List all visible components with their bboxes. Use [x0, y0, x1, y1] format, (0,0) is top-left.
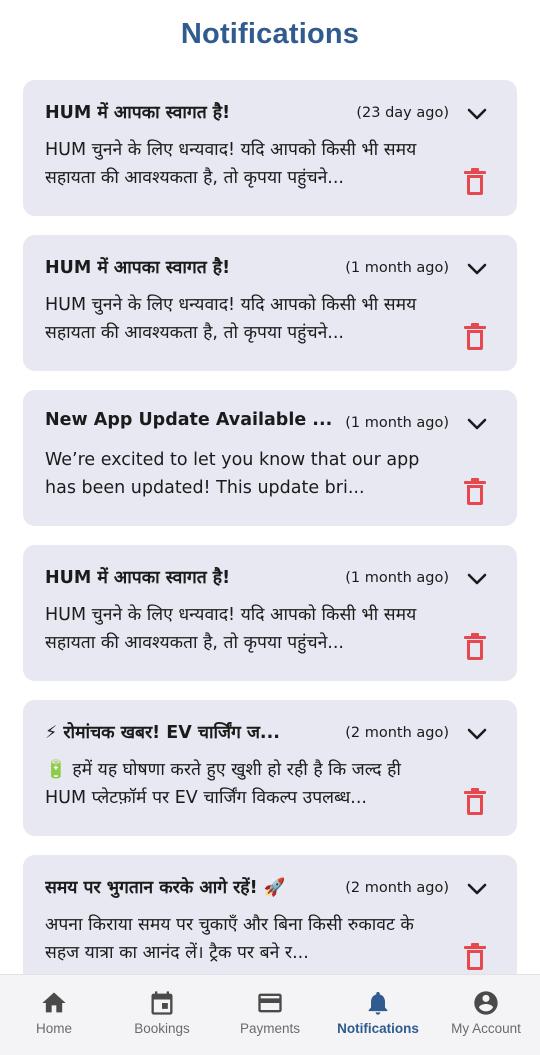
nav-item-notifications[interactable]: Notifications — [324, 975, 432, 1055]
trash-icon[interactable] — [463, 323, 487, 351]
notification-title: New App Update Available ... — [45, 410, 333, 430]
notification-card[interactable]: HUM में आपका स्वागत है! (23 day ago) HUM… — [23, 80, 517, 216]
chevron-down-icon[interactable] — [467, 882, 487, 896]
notification-title: ⚡ रोमांचक खबर! EV चार्जिंग ज... — [45, 723, 280, 743]
calendar-icon — [151, 991, 173, 1015]
notification-card[interactable]: New App Update Available ... (1 month ag… — [23, 390, 517, 526]
bell-icon — [368, 991, 388, 1015]
trash-icon[interactable] — [463, 633, 487, 661]
notification-body: HUM चुनने के लिए धन्यवाद! यदि आपको किसी … — [45, 295, 417, 343]
notification-body: We’re excited to let you know that our a… — [45, 450, 420, 498]
nav-label: Bookings — [134, 1021, 190, 1036]
chevron-down-icon[interactable] — [467, 572, 487, 586]
nav-item-payments[interactable]: Payments — [216, 975, 324, 1055]
account-circle-icon — [474, 991, 498, 1015]
credit-card-icon — [258, 993, 282, 1013]
notification-time: (2 month ago) — [345, 725, 449, 741]
notification-card[interactable]: ⚡ रोमांचक खबर! EV चार्जिंग ज... (2 month… — [23, 700, 517, 836]
trash-icon[interactable] — [463, 943, 487, 971]
nav-item-home[interactable]: Home — [0, 975, 108, 1055]
notification-time: (1 month ago) — [345, 570, 449, 586]
chevron-down-icon[interactable] — [467, 262, 487, 276]
bottom-navigation: Home Bookings Payments Notifications My … — [0, 974, 540, 1055]
notification-body: HUM चुनने के लिए धन्यवाद! यदि आपको किसी … — [45, 605, 417, 653]
notification-title: HUM में आपका स्वागत है! — [45, 258, 231, 278]
notification-body: 🔋 हमें यह घोषणा करते हुए खुशी हो रही है … — [45, 760, 401, 808]
trash-icon[interactable] — [463, 478, 487, 506]
nav-label: Home — [35, 1021, 72, 1036]
notification-time: (1 month ago) — [345, 415, 449, 431]
page-title: Notifications — [180, 18, 360, 50]
nav-item-bookings[interactable]: Bookings — [108, 975, 216, 1055]
notification-time: (1 month ago) — [345, 260, 449, 276]
notification-list: HUM में आपका स्वागत है! (23 day ago) HUM… — [23, 80, 517, 1010]
trash-icon[interactable] — [463, 168, 487, 196]
chevron-down-icon[interactable] — [467, 107, 487, 121]
notification-card[interactable]: HUM में आपका स्वागत है! (1 month ago) HU… — [23, 545, 517, 681]
notification-body: अपना किराया समय पर चुकाएँ और बिना किसी र… — [45, 915, 414, 963]
nav-item-my-account[interactable]: My Account — [432, 975, 540, 1055]
notification-card[interactable]: HUM में आपका स्वागत है! (1 month ago) HU… — [23, 235, 517, 371]
nav-label: My Account — [451, 1021, 521, 1036]
nav-label: Payments — [239, 1021, 301, 1036]
notification-title: HUM में आपका स्वागत है! — [45, 103, 231, 123]
home-icon — [42, 992, 66, 1013]
chevron-down-icon[interactable] — [467, 727, 487, 741]
notification-card[interactable]: समय पर भुगतान करके आगे रहें! 🚀 (2 month … — [23, 855, 517, 991]
notification-title: HUM में आपका स्वागत है! — [45, 568, 231, 588]
notification-body: HUM चुनने के लिए धन्यवाद! यदि आपको किसी … — [45, 140, 417, 188]
notification-title: समय पर भुगतान करके आगे रहें! 🚀 — [45, 878, 286, 898]
chevron-down-icon[interactable] — [467, 417, 487, 431]
notification-time: (2 month ago) — [345, 880, 449, 896]
nav-label: Notifications — [337, 1021, 419, 1036]
notification-time: (23 day ago) — [356, 105, 449, 121]
trash-icon[interactable] — [463, 788, 487, 816]
